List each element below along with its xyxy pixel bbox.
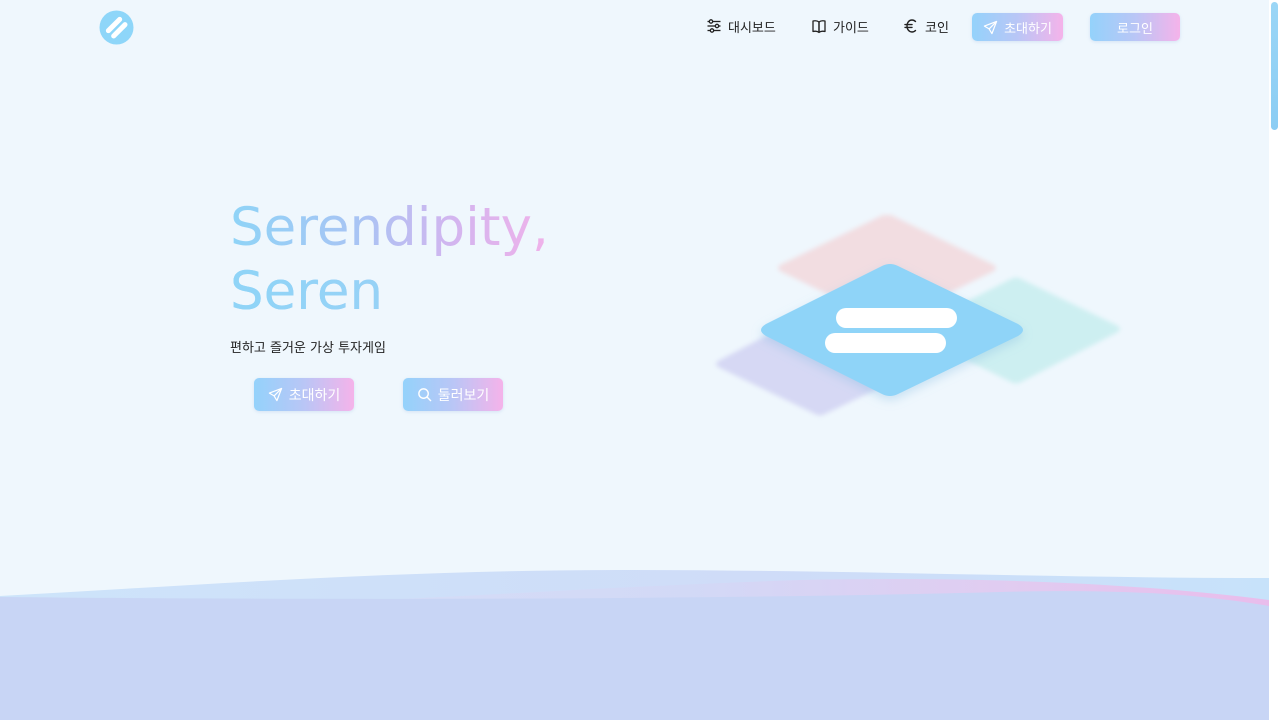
nav-dashboard[interactable]: 대시보드 <box>706 16 776 36</box>
login-button[interactable]: 로그인 <box>1090 13 1180 41</box>
stripe-top <box>836 308 957 328</box>
send-icon <box>268 387 282 402</box>
hero-title: Serendipity, Seren <box>230 196 549 324</box>
hero-subtitle: 편하고 즐거운 가상 투자게임 <box>230 341 386 356</box>
nav-guide-label: 가이드 <box>833 20 869 36</box>
sliders-icon <box>707 19 721 33</box>
header-invite-label: 초대하기 <box>1004 21 1052 37</box>
header-invite-button[interactable]: 초대하기 <box>972 13 1063 41</box>
book-icon <box>812 20 826 34</box>
hero-invite-label: 초대하기 <box>288 387 341 404</box>
send-icon <box>983 20 998 34</box>
browse-label: 둘러보기 <box>437 387 490 404</box>
hero-title-line1: Serendipity, <box>230 197 549 258</box>
nav-coin-label: 코인 <box>925 20 949 36</box>
bottom-wave <box>0 570 1269 720</box>
serendipity-logo-icon[interactable] <box>99 10 134 45</box>
stripe-bottom <box>825 333 946 353</box>
nav-coin[interactable]: 코인 <box>903 16 949 36</box>
landing-page: 대시보드 가이드 코인 초대하기 로그인 Serendipity, Seren … <box>0 0 1269 720</box>
hero-illustration <box>716 214 1120 416</box>
nav-guide[interactable]: 가이드 <box>811 16 869 36</box>
euro-icon <box>904 19 917 33</box>
hero-title-line2: Seren <box>230 260 549 324</box>
search-icon <box>417 388 432 402</box>
hero-invite-button[interactable]: 초대하기 <box>254 378 354 411</box>
login-label: 로그인 <box>1117 21 1153 37</box>
nav-dashboard-label: 대시보드 <box>728 20 776 36</box>
browse-button[interactable]: 둘러보기 <box>403 378 503 411</box>
scrollbar-thumb[interactable] <box>1271 2 1278 130</box>
